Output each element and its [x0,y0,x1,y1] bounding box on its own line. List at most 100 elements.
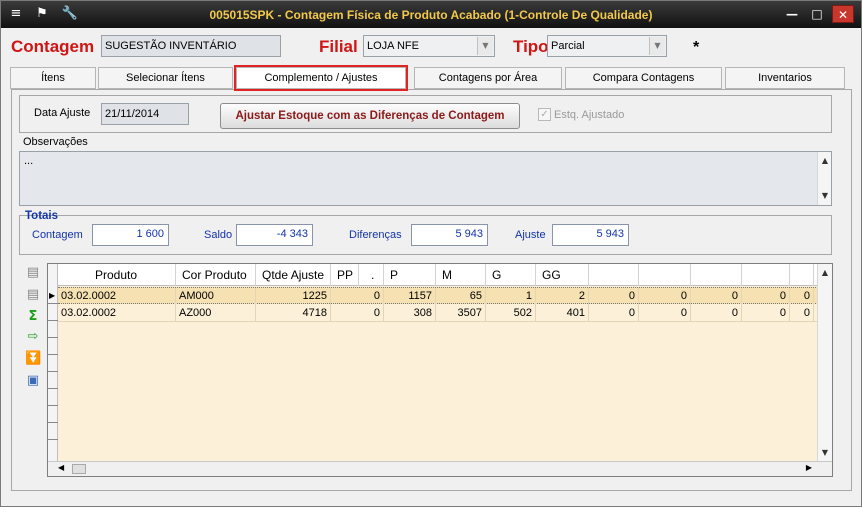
cell-pp: 0 [331,305,384,322]
col-dot[interactable]: . [359,264,384,286]
current-row-arrow-icon: ▶ [49,291,56,300]
sum-icon[interactable]: Σ [25,309,41,325]
tot-saldo-field[interactable]: -4 343 [236,224,313,246]
row-indicator-column: ▶ [48,264,58,462]
tot-ajuste-field[interactable]: 5 943 [552,224,629,246]
filial-select[interactable]: LOJA NFE ▼ [363,35,495,57]
tab-compara-contagens[interactable]: Compara Contagens [565,67,722,89]
tab-complemento-ajustes[interactable]: Complemento / Ajustes [234,65,408,91]
cell-produto: 03.02.0002 [58,305,176,322]
col-cor-produto[interactable]: Cor Produto [176,264,256,286]
table-row[interactable]: 03.02.0002 AM000 1225 0 1157 65 1 2 0 0 … [58,287,828,305]
minimize-button[interactable]: — [781,5,803,23]
col-extra-4[interactable] [742,264,790,286]
cell-p: 308 [384,305,436,322]
cell-gg: 2 [536,288,589,305]
data-ajuste-field[interactable]: 21/11/2014 [101,103,189,125]
cell-extra-4: 0 [742,288,790,305]
remove-row-icon[interactable]: ▤ [25,287,41,303]
cell-extra-3: 0 [691,288,742,305]
cell-extra-1: 0 [589,288,639,305]
data-ajuste-label: Data Ajuste [34,107,91,119]
filial-label: Filial [319,37,358,56]
cell-extra-5: 0 [790,288,814,305]
grid-body: 03.02.0002 AM000 1225 0 1157 65 1 2 0 0 … [58,286,828,462]
add-row-icon[interactable]: ▤ [25,265,41,281]
close-button[interactable]: ✕ [832,5,854,23]
cell-extra-5: 0 [790,305,814,322]
cell-gg: 401 [536,305,589,322]
grid-horizontal-scrollbar[interactable]: ◀ ▶ [48,461,832,476]
scroll-up-icon[interactable]: ▲ [818,266,832,280]
col-p[interactable]: P [384,264,436,286]
col-m[interactable]: M [436,264,486,286]
tab-inventarios[interactable]: Inventarios [725,67,845,89]
tot-diferencas-field[interactable]: 5 943 [411,224,488,246]
ajustar-estoque-button[interactable]: Ajustar Estoque com as Diferenças de Con… [220,103,520,129]
cell-m: 65 [436,288,486,305]
tot-ajuste-label: Ajuste [515,229,546,241]
tab-selecionar-itens[interactable]: Selecionar Ítens [98,67,233,89]
tipo-value: Parcial [551,40,585,52]
cell-g: 502 [486,305,536,322]
cell-extra-2: 0 [639,305,691,322]
main-window: ≡ ⚑ 🔧 005015SPK - Contagem Física de Pro… [0,0,862,507]
col-extra-1[interactable] [589,264,639,286]
image-icon[interactable]: ▣ [25,373,41,389]
scroll-left-icon[interactable]: ◀ [58,463,64,472]
table-row[interactable]: 03.02.0002 AZ000 4718 0 308 3507 502 401… [58,305,828,322]
tot-contagem-field[interactable]: 1 600 [92,224,169,246]
scroll-down-icon[interactable]: ▼ [818,446,832,460]
tot-saldo-label: Saldo [204,229,233,241]
col-extra-2[interactable] [639,264,691,286]
estq-ajustado-checkbox[interactable]: ✓ [538,108,551,121]
cell-qtde: 4718 [256,305,331,322]
modified-marker: * [693,39,700,56]
chevron-down-icon[interactable]: ▼ [649,37,665,55]
scroll-right-icon[interactable]: ▶ [806,463,812,472]
grid-vertical-scrollbar[interactable]: ▲ ▼ [817,264,832,462]
contagem-label: Contagem [11,37,95,56]
col-pp[interactable]: PP [331,264,359,286]
col-qtde-ajuste[interactable]: Qtde Ajuste [256,264,331,286]
tab-itens[interactable]: Ítens [10,67,96,89]
col-g[interactable]: G [486,264,536,286]
scroll-thumb[interactable] [72,464,86,474]
observacoes-scrollbar[interactable]: ▲ ▼ [817,152,831,205]
cell-cor: AZ000 [176,305,256,322]
col-produto[interactable]: Produto [58,264,176,286]
chevron-down-icon[interactable]: ▼ [477,37,493,55]
scroll-up-icon[interactable]: ▲ [818,154,832,168]
cell-extra-4: 0 [742,305,790,322]
observacoes-label: Observações [23,136,88,148]
cell-g: 1 [486,288,536,305]
cell-p: 1157 [384,288,436,305]
cell-qtde: 1225 [256,288,331,305]
contagem-field[interactable]: SUGESTÃO INVENTÁRIO [101,35,281,57]
window-title: 005015SPK - Contagem Física de Produto A… [209,8,653,22]
cell-m: 3507 [436,305,486,322]
title-bar: ≡ ⚑ 🔧 005015SPK - Contagem Física de Pro… [1,1,861,28]
download-icon[interactable]: ⏬ [25,351,41,367]
tipo-label: Tipo [513,37,549,56]
tab-contagens-por-area[interactable]: Contagens por Área [414,67,562,89]
estq-ajustado-label: Estq. Ajustado [554,109,625,121]
maximize-button[interactable]: □ [806,5,828,23]
col-gg[interactable]: GG [536,264,589,286]
tipo-select[interactable]: Parcial ▼ [547,35,667,57]
cell-extra-1: 0 [589,305,639,322]
filial-value: LOJA NFE [367,40,419,52]
tot-contagem-label: Contagem [32,229,83,241]
observacoes-memo[interactable]: ... ▲ ▼ [19,151,832,206]
cell-pp: 0 [331,288,384,305]
observacoes-text: ... [24,155,34,167]
tot-diferencas-label: Diferenças [349,229,402,241]
col-extra-5[interactable] [790,264,814,286]
col-extra-3[interactable] [691,264,742,286]
itens-grid[interactable]: ▶ Produto Cor Produto Qtde Ajuste PP . P… [47,263,833,477]
cell-cor: AM000 [176,288,256,305]
scroll-down-icon[interactable]: ▼ [818,189,832,203]
tab-bar: Ítens Selecionar Ítens Complemento / Aju… [10,65,853,91]
cell-produto: 03.02.0002 [58,288,176,305]
export-icon[interactable]: ⇨ [25,329,41,345]
